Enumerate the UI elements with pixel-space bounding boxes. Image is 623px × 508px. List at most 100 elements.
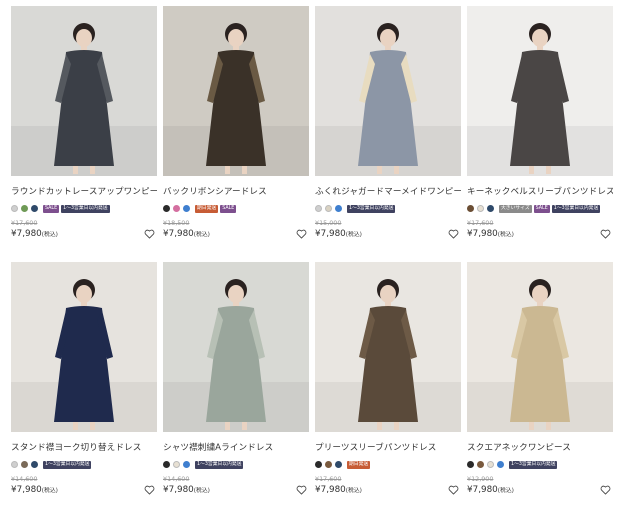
product-meta: 期日発送 SALE	[163, 204, 309, 213]
color-swatch[interactable]	[325, 461, 332, 468]
product-card[interactable]: キーネックベルスリーブパンツドレス 大きいサイズ SALE 1〜3営業日以内発送 ¥…	[467, 6, 613, 239]
price-value: ¥7,980	[467, 484, 498, 495]
color-swatch[interactable]	[173, 461, 180, 468]
product-image[interactable]	[11, 6, 157, 176]
timed-badge: 期日発送	[195, 204, 219, 213]
product-meta: 1〜3営業日以内発送	[163, 460, 309, 469]
color-swatch[interactable]	[163, 205, 170, 212]
color-swatch[interactable]	[173, 205, 180, 212]
price-value: ¥7,980	[11, 228, 42, 239]
price-value: ¥7,980	[467, 228, 498, 239]
size-badge: 大きいサイズ	[499, 204, 532, 213]
sale-badge: SALE	[43, 204, 60, 213]
heart-icon[interactable]	[144, 485, 155, 495]
color-swatch[interactable]	[11, 205, 18, 212]
color-swatch[interactable]	[315, 205, 322, 212]
heart-icon[interactable]	[144, 229, 155, 239]
ship-badge: 1〜3営業日以内発送	[551, 204, 601, 213]
tax-label: (税込)	[345, 231, 362, 238]
product-card[interactable]: プリーツスリーブパンツドレス 期日発送 ¥17,600 ¥7,980(税込)	[315, 262, 461, 495]
color-swatch[interactable]	[497, 461, 504, 468]
color-swatch[interactable]	[467, 461, 474, 468]
heart-icon[interactable]	[296, 229, 307, 239]
color-swatch[interactable]	[477, 461, 484, 468]
tax-label: (税込)	[345, 487, 362, 494]
color-swatch[interactable]	[487, 205, 494, 212]
ship-badge: 1〜3営業日以内発送	[347, 204, 396, 213]
price-value: ¥7,980	[11, 484, 42, 495]
price-row: ¥7,980(税込)	[163, 484, 309, 495]
product-meta: 1〜3営業日以内発送	[11, 460, 157, 469]
product-card[interactable]: バックリボンシアードレス 期日発送 SALE ¥18,500 ¥7,980(税込)	[163, 6, 309, 239]
sale-price: ¥7,980(税込)	[11, 229, 58, 239]
product-card[interactable]: ふくれジャガードマーメイドワンピース 1〜3営業日以内発送 ¥15,000 ¥7…	[315, 6, 461, 239]
product-meta: 期日発送	[315, 460, 461, 469]
sale-price: ¥7,980(税込)	[315, 485, 362, 495]
original-price: ¥17,600	[11, 219, 38, 227]
price-row: ¥7,980(税込)	[315, 228, 461, 239]
color-swatch[interactable]	[477, 205, 484, 212]
price-row: ¥7,980(税込)	[467, 484, 613, 495]
product-title[interactable]: スタンド襟ヨーク切り替えドレス	[11, 441, 157, 453]
product-image[interactable]	[163, 262, 309, 432]
original-price: ¥17,600	[467, 219, 494, 227]
product-meta: 1〜3営業日以内発送	[467, 460, 613, 469]
color-swatch[interactable]	[183, 205, 190, 212]
color-swatch[interactable]	[11, 461, 18, 468]
sale-price: ¥7,980(税込)	[467, 229, 514, 239]
product-title[interactable]: スクエアネックワンピース	[467, 441, 613, 453]
price-value: ¥7,980	[163, 228, 194, 239]
product-title[interactable]: シャツ襟刺繍Aラインドレス	[163, 441, 309, 453]
sale-price: ¥7,980(税込)	[163, 485, 210, 495]
heart-icon[interactable]	[600, 229, 611, 239]
product-title[interactable]: キーネックベルスリーブパンツドレス	[467, 185, 613, 197]
color-swatch[interactable]	[487, 461, 494, 468]
product-image[interactable]	[467, 262, 613, 432]
product-meta: SALE 1〜3営業日以内発送	[11, 204, 157, 213]
heart-icon[interactable]	[296, 485, 307, 495]
sale-price: ¥7,980(税込)	[11, 485, 58, 495]
tax-label: (税込)	[193, 231, 210, 238]
color-swatch[interactable]	[31, 205, 38, 212]
heart-icon[interactable]	[600, 485, 611, 495]
product-image[interactable]	[163, 6, 309, 176]
tax-label: (税込)	[497, 231, 514, 238]
color-swatch[interactable]	[467, 205, 474, 212]
price-value: ¥7,980	[315, 484, 346, 495]
price-row: ¥7,980(税込)	[315, 484, 461, 495]
product-title[interactable]: ふくれジャガードマーメイドワンピース	[315, 185, 461, 197]
product-title[interactable]: ラウンドカットレースアップワンピース	[11, 185, 157, 197]
original-price: ¥12,900	[467, 475, 494, 483]
color-swatch[interactable]	[315, 461, 322, 468]
price-value: ¥7,980	[315, 228, 346, 239]
color-swatch[interactable]	[163, 461, 170, 468]
product-image[interactable]	[315, 6, 461, 176]
heart-icon[interactable]	[448, 229, 459, 239]
color-swatch[interactable]	[21, 461, 28, 468]
product-title[interactable]: プリーツスリーブパンツドレス	[315, 441, 461, 453]
heart-icon[interactable]	[448, 485, 459, 495]
color-swatch[interactable]	[325, 205, 332, 212]
product-card[interactable]: スクエアネックワンピース 1〜3営業日以内発送 ¥12,900 ¥7,980(税…	[467, 262, 613, 495]
product-card[interactable]: ラウンドカットレースアップワンピース SALE 1〜3営業日以内発送 ¥17,60…	[11, 6, 157, 239]
timed-badge: 期日発送	[347, 460, 371, 469]
color-swatch[interactable]	[335, 461, 342, 468]
product-card[interactable]: シャツ襟刺繍Aラインドレス 1〜3営業日以内発送 ¥14,600 ¥7,980(…	[163, 262, 309, 495]
product-card[interactable]: スタンド襟ヨーク切り替えドレス 1〜3営業日以内発送 ¥14,600 ¥7,98…	[11, 262, 157, 495]
price-row: ¥7,980(税込)	[11, 484, 157, 495]
product-meta: 大きいサイズ SALE 1〜3営業日以内発送	[467, 204, 613, 213]
color-swatch[interactable]	[31, 461, 38, 468]
color-swatch[interactable]	[335, 205, 342, 212]
product-image[interactable]	[467, 6, 613, 176]
tax-label: (税込)	[41, 231, 58, 238]
color-swatch[interactable]	[21, 205, 28, 212]
product-image[interactable]	[11, 262, 157, 432]
product-meta: 1〜3営業日以内発送	[315, 204, 461, 213]
price-row: ¥7,980(税込)	[163, 228, 309, 239]
ship-badge: 1〜3営業日以内発送	[509, 460, 558, 469]
original-price: ¥17,600	[315, 475, 342, 483]
sale-price: ¥7,980(税込)	[163, 229, 210, 239]
product-image[interactable]	[315, 262, 461, 432]
product-title[interactable]: バックリボンシアードレス	[163, 185, 309, 197]
color-swatch[interactable]	[183, 461, 190, 468]
